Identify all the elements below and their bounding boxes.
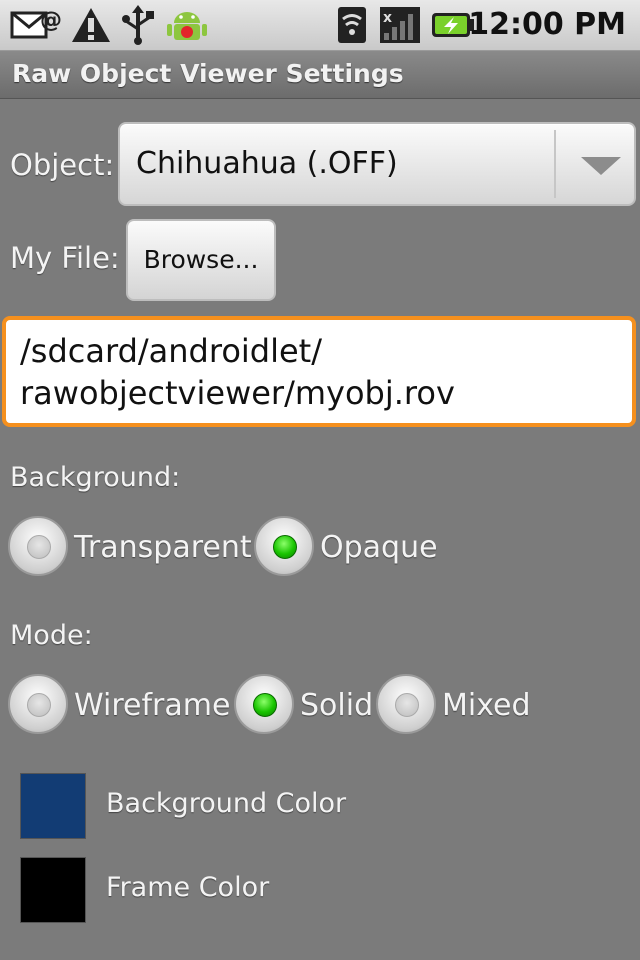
- clock: 12:00 PM: [468, 7, 626, 42]
- object-spinner[interactable]: Chihuahua (.OFF): [118, 122, 636, 206]
- radio-label-opaque[interactable]: Opaque: [320, 530, 438, 565]
- title-bar: Raw Object Viewer Settings: [0, 51, 640, 99]
- frame-color-swatch[interactable]: [20, 857, 86, 923]
- signal-icon: x: [380, 7, 420, 43]
- wifi-icon: [338, 7, 366, 43]
- warning-icon: [72, 8, 110, 42]
- radio-mixed[interactable]: [376, 674, 436, 734]
- browse-button[interactable]: Browse...: [126, 219, 276, 301]
- status-bar: @ x 12:00 PM: [0, 0, 640, 51]
- background-color-swatch[interactable]: [20, 773, 86, 839]
- radio-transparent[interactable]: [8, 516, 68, 576]
- usb-icon: [122, 5, 154, 45]
- object-label: Object:: [10, 148, 115, 182]
- radio-solid[interactable]: [234, 674, 294, 734]
- radio-indicator: [27, 535, 51, 559]
- spinner-divider: [554, 130, 556, 198]
- email-notification-icon: @: [10, 8, 62, 39]
- object-spinner-value: Chihuahua (.OFF): [136, 146, 398, 181]
- page-title: Raw Object Viewer Settings: [12, 59, 404, 88]
- background-color-label[interactable]: Background Color: [106, 788, 346, 819]
- chevron-down-icon: [581, 157, 621, 175]
- file-path-value: /sdcard/androidlet/ rawobjectviewer/myob…: [20, 332, 455, 412]
- svg-text:x: x: [383, 10, 392, 26]
- radio-opaque[interactable]: [254, 516, 314, 576]
- radio-label-solid[interactable]: Solid: [300, 688, 373, 723]
- radio-indicator: [27, 693, 51, 717]
- my-file-label: My File:: [10, 241, 120, 275]
- radio-indicator: [395, 693, 419, 717]
- radio-indicator: [253, 693, 277, 717]
- radio-label-mixed[interactable]: Mixed: [442, 688, 531, 723]
- svg-text:@: @: [40, 8, 62, 33]
- file-path-input[interactable]: /sdcard/androidlet/ rawobjectviewer/myob…: [2, 316, 636, 427]
- android-icon: [167, 12, 207, 40]
- radio-indicator: [273, 535, 297, 559]
- radio-label-wireframe[interactable]: Wireframe: [74, 688, 230, 723]
- radio-wireframe[interactable]: [8, 674, 68, 734]
- frame-color-label[interactable]: Frame Color: [106, 872, 269, 903]
- mode-label: Mode:: [10, 620, 93, 651]
- radio-label-transparent[interactable]: Transparent: [74, 530, 252, 565]
- background-label: Background:: [10, 462, 181, 493]
